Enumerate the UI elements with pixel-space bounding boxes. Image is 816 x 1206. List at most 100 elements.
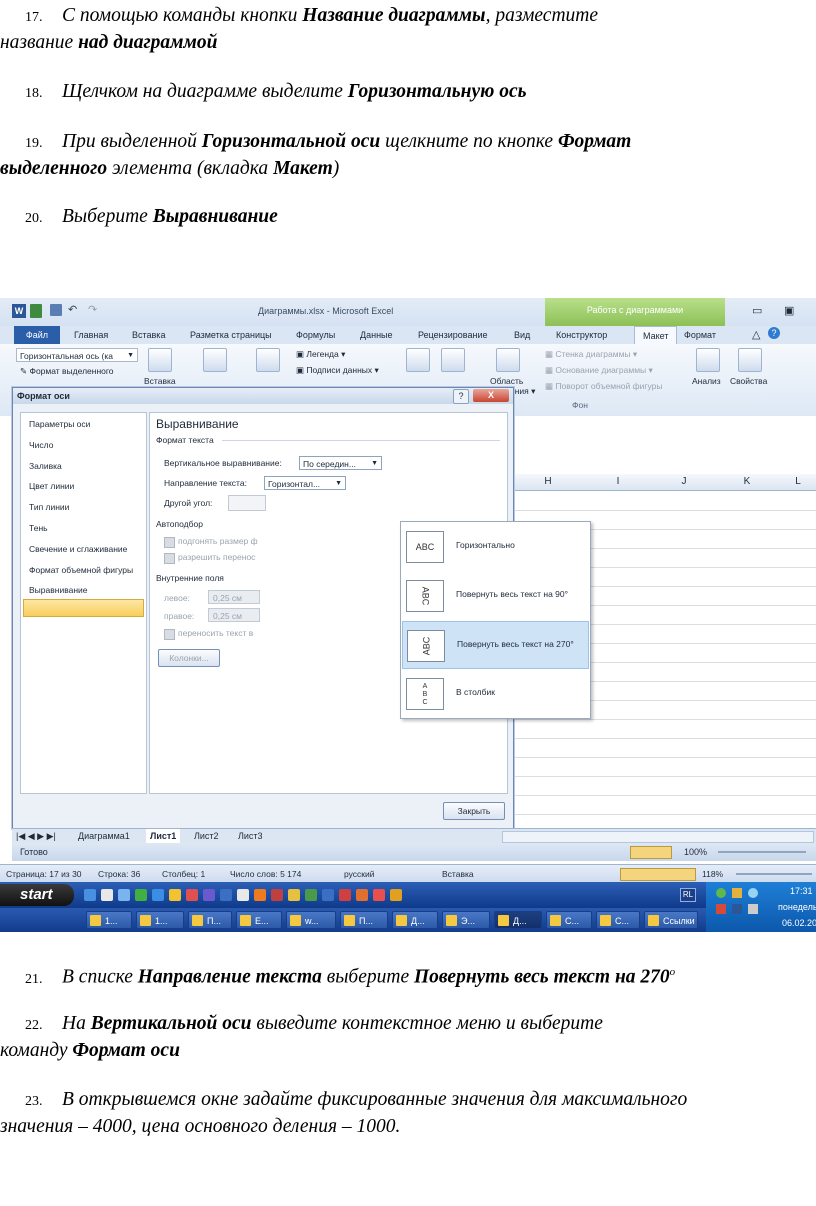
quick-launch-icon[interactable] [118,889,130,901]
column-header[interactable]: L [778,474,816,491]
tab-2[interactable]: Вставка [132,326,165,344]
text-direction-option[interactable]: A B C В столбик [402,670,589,718]
language-indicator[interactable]: RL [680,888,696,902]
taskbar-button[interactable]: Д... [392,911,438,929]
taskbar-button[interactable]: С... [546,911,592,929]
vertical-align-select[interactable]: По середин... ▼ [299,456,382,470]
nav-item[interactable]: Выравнивание [29,582,88,598]
column-header[interactable]: I [584,474,653,491]
column-header[interactable]: J [652,474,717,491]
quick-launch-icon[interactable] [373,889,385,901]
tab-5[interactable]: Данные [360,326,393,344]
taskbar-button[interactable]: Э... [442,911,490,929]
taskbar-button[interactable]: Е... [236,911,282,929]
tab-3[interactable]: Разметка страницы [190,326,272,344]
restore-icon[interactable]: ▣ [784,304,794,317]
taskbar-button[interactable]: П... [340,911,388,929]
quick-launch-icon[interactable] [356,889,368,901]
tab-4[interactable]: Формулы [296,326,335,344]
nav-item[interactable]: Свечение и сглаживание [29,541,127,557]
data-labels-button[interactable]: ▣ Подписи данных ▾ [296,363,379,377]
word-zoom-slider[interactable] [736,873,812,875]
tab-10[interactable]: Формат [684,326,716,344]
columns-button[interactable]: Колонки... [158,649,220,667]
quick-launch-icon[interactable] [152,889,164,901]
save-icon[interactable] [50,304,62,316]
quick-launch-icon[interactable] [135,889,147,901]
taskbar-button[interactable]: Ссылки [644,911,698,929]
tab-6[interactable]: Рецензирование [418,326,488,344]
text-direction-option[interactable]: ABC Повернуть весь текст на 270° [402,621,589,669]
nav-item[interactable]: Число [29,437,53,453]
tab-1[interactable]: Главная [74,326,108,344]
word-view-buttons[interactable] [620,868,696,881]
taskbar-button[interactable]: 1... [136,911,184,929]
tab-7[interactable]: Вид [514,326,530,344]
quick-launch-icon[interactable] [390,889,402,901]
dialog-help-button[interactable]: ? [453,389,469,404]
quick-launch-icon[interactable] [169,889,181,901]
sheet-tab[interactable]: Лист1 [146,829,181,843]
sheet-nav-arrows[interactable]: |◀ ◀ ▶ ▶| [16,829,56,843]
quick-launch-icon[interactable] [254,889,266,901]
sheet-tab[interactable]: Лист2 [190,829,223,843]
tab-9[interactable]: Макет [634,326,678,345]
redo-icon[interactable]: ↷ [88,303,97,316]
axis-titles-icon[interactable] [256,348,280,372]
left-margin-input[interactable]: 0,25 см [208,590,260,604]
text-direction-option[interactable]: ABC Горизонтально [402,523,589,571]
quick-launch-icon[interactable] [84,889,96,901]
nav-item[interactable]: Формат объемной фигуры [29,562,133,578]
nav-item[interactable]: Тень [29,520,48,536]
dialog-close-button[interactable]: X [473,389,509,402]
axes-icon[interactable] [406,348,430,372]
quick-launch-icon[interactable] [101,889,113,901]
tray-icon[interactable] [732,904,742,914]
column-header[interactable]: K [716,474,779,491]
quick-launch-icon[interactable] [288,889,300,901]
column-header[interactable]: H [512,474,585,491]
nav-item[interactable]: Параметры оси [29,416,90,432]
sheet-tab[interactable]: Лист3 [234,829,267,843]
tab-8[interactable]: Конструктор [556,326,607,344]
chart-floor-button[interactable]: ▦ Основание диаграммы ▾ [545,363,653,377]
view-buttons[interactable] [630,846,672,859]
tray-icon[interactable] [716,888,726,898]
tab-file[interactable]: Файл [14,326,60,344]
taskbar-button[interactable]: С... [596,911,640,929]
wrap-text-checkbox[interactable] [164,629,175,640]
quick-launch-icon[interactable] [339,889,351,901]
excel-zoom-slider[interactable] [718,851,806,853]
rotation-button[interactable]: ▦ Поворот объемной фигуры [545,379,662,393]
sheet-tab[interactable]: Диаграмма1 [74,829,134,843]
minimize-icon[interactable]: ▭ [752,304,762,317]
plot-area-icon[interactable] [496,348,520,372]
legend-button[interactable]: ▣ Легенда ▾ [296,347,345,361]
taskbar-button[interactable]: П... [188,911,232,929]
horizontal-scrollbar[interactable] [502,831,814,843]
right-margin-input[interactable]: 0,25 см [208,608,260,622]
tray-icon[interactable] [732,888,742,898]
quick-launch-icon[interactable] [237,889,249,901]
quick-launch-icon[interactable] [271,889,283,901]
taskbar-button[interactable]: 1... [86,911,132,929]
analysis-icon[interactable] [696,348,720,372]
nav-item[interactable]: Заливка [29,458,62,474]
chart-element-selector[interactable]: Горизонтальная ось (ка ▼ [16,348,138,362]
nav-item[interactable]: Цвет линии [29,478,74,494]
gridlines-icon[interactable] [441,348,465,372]
text-direction-option[interactable]: ABC Повернуть весь текст на 90° [402,572,589,620]
help-icon[interactable]: ? [768,327,780,339]
quick-launch-icon[interactable] [322,889,334,901]
allow-overflow-checkbox[interactable] [164,553,175,564]
quick-launch-icon[interactable] [305,889,317,901]
chart-title-icon[interactable] [203,348,227,372]
quick-launch-icon[interactable] [186,889,198,901]
tray-icon[interactable] [748,888,758,898]
taskbar-button[interactable]: Д... [494,911,542,929]
ribbon-minimize-icon[interactable]: △ [752,328,760,341]
undo-icon[interactable]: ↶ [68,303,77,316]
excel-app-icon[interactable] [30,304,42,318]
insert-picture-icon[interactable] [148,348,172,372]
word-app-icon[interactable]: W [12,304,26,318]
